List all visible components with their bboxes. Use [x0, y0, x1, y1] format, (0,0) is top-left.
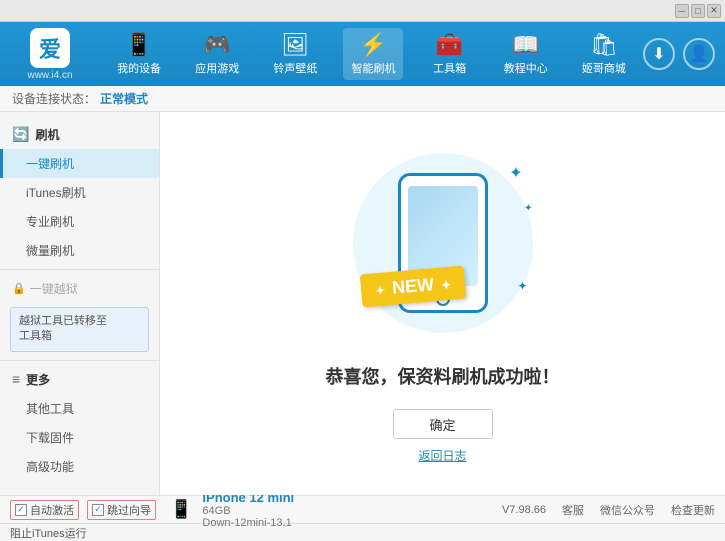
more-section-title: 更多: [26, 371, 50, 388]
device-info: iPhone 12 mini 64GB Down-12mini-13.1: [202, 490, 294, 529]
auto-start-checkbox[interactable]: ✓: [15, 504, 27, 516]
status-bar: 设备连接状态： 正常模式: [0, 86, 725, 112]
sidebar-item-advanced[interactable]: 高级功能: [0, 452, 159, 481]
download-firmware-label: 下载固件: [26, 431, 74, 445]
device-icon: 📱: [170, 499, 192, 520]
device-model: Down-12mini-13.1: [202, 517, 294, 529]
maximize-button[interactable]: □: [691, 4, 705, 18]
sidebar-divider-1: [0, 269, 159, 270]
lock-icon: 🔒: [12, 282, 26, 295]
confirm-button[interactable]: 确定: [393, 409, 493, 439]
wallpaper-icon: 🖼: [281, 32, 309, 58]
sidebar-item-itunes-flash[interactable]: iTunes刷机: [0, 178, 159, 207]
nav-my-device-label: 我的设备: [117, 60, 161, 76]
nav-tutorial-label: 教程中心: [504, 60, 548, 76]
user-button[interactable]: 👤: [683, 38, 715, 70]
nav-store-label: 姬哥商城: [582, 60, 626, 76]
sidebar-divider-2: [0, 360, 159, 361]
sidebar: 🔄 刷机 一键刷机 iTunes刷机 专业刷机 微量刷机 🔒 一键越狱: [0, 112, 160, 495]
logo-url: www.i4.cn: [27, 70, 72, 81]
nav-wallpaper-label: 铃声壁纸: [273, 60, 317, 76]
sidebar-item-micro-flash[interactable]: 微量刷机: [0, 236, 159, 265]
other-tools-label: 其他工具: [26, 402, 74, 416]
nav-smart-flash-label: 智能刷机: [351, 60, 395, 76]
auto-start-checkbox-container[interactable]: ✓ 自动激活: [10, 500, 79, 520]
sparkle-2: ✦: [524, 203, 532, 214]
close-button[interactable]: ✕: [707, 4, 721, 18]
nav-toolbox-label: 工具箱: [433, 60, 466, 76]
title-bar: ─ □ ✕: [0, 0, 725, 22]
micro-flash-label: 微量刷机: [26, 244, 74, 258]
store-icon: 🛍: [590, 32, 618, 58]
wizard-checkbox-container[interactable]: ✓ 跳过向导: [87, 500, 156, 520]
header: 爱 www.i4.cn 📱 我的设备 🎮 应用游戏 🖼 铃声壁纸 ⚡ 智能刷机 …: [0, 22, 725, 86]
device-section: 📱 iPhone 12 mini 64GB Down-12mini-13.1: [170, 490, 294, 529]
sparkle-1: ✦: [509, 163, 522, 183]
status-label: 设备连接状态：: [12, 90, 96, 107]
itunes-status: 阻止iTunes运行: [10, 525, 87, 541]
sidebar-item-download-firmware[interactable]: 下载固件: [0, 423, 159, 452]
sidebar-item-pro-flash[interactable]: 专业刷机: [0, 207, 159, 236]
version-label: V7.98.66: [502, 504, 546, 516]
status-value: 正常模式: [100, 90, 148, 107]
sidebar-more-header: ≡ 更多: [0, 365, 159, 394]
advanced-label: 高级功能: [26, 460, 74, 474]
nav-smart-flash[interactable]: ⚡ 智能刷机: [343, 28, 403, 80]
logo[interactable]: 爱 www.i4.cn: [10, 28, 90, 81]
bottom-bar: ✓ 自动激活 ✓ 跳过向导 📱 iPhone 12 mini 64GB Down…: [0, 495, 725, 523]
nav-store[interactable]: 🛍 姬哥商城: [574, 28, 634, 80]
support-link[interactable]: 客服: [562, 502, 584, 518]
app-game-icon: 🎮: [204, 32, 231, 58]
sidebar-item-one-key-flash[interactable]: 一键刷机: [0, 149, 159, 178]
restore-section-title: 一键越狱: [30, 280, 78, 297]
nav-tutorial[interactable]: 📖 教程中心: [496, 28, 556, 80]
my-device-icon: 📱: [125, 32, 152, 58]
sidebar-restore-header: 🔒 一键越狱: [0, 274, 159, 303]
content-area: ✦ NEW ✦ ✦ ✦ ✦ 恭喜您，保资料刷机成功啦！ 确定 返回日志: [160, 112, 725, 495]
pro-flash-label: 专业刷机: [26, 215, 74, 229]
wechat-link[interactable]: 微信公众号: [600, 502, 655, 518]
itunes-flash-label: iTunes刷机: [26, 186, 86, 200]
more-section-icon: ≡: [12, 371, 20, 387]
nav-app-game-label: 应用游戏: [195, 60, 239, 76]
jailbreak-notice: 越狱工具已转移至工具箱: [10, 307, 149, 352]
phone-illustration: ✦ NEW ✦ ✦ ✦ ✦: [343, 143, 543, 343]
nav-right-buttons: ⬇ 👤: [643, 38, 715, 70]
flash-section-icon: 🔄: [12, 126, 29, 143]
sidebar-flash-section: 🔄 刷机 一键刷机 iTunes刷机 专业刷机 微量刷机: [0, 120, 159, 265]
nav-wallpaper[interactable]: 🖼 铃声壁纸: [265, 28, 325, 80]
flash-section-title: 刷机: [35, 126, 59, 143]
one-key-flash-label: 一键刷机: [26, 157, 74, 171]
nav-toolbox[interactable]: 🧰 工具箱: [422, 28, 478, 80]
success-message: 恭喜您，保资料刷机成功啦！: [326, 363, 560, 389]
device-storage: 64GB: [202, 505, 294, 517]
sidebar-item-other-tools[interactable]: 其他工具: [0, 394, 159, 423]
wizard-checkbox[interactable]: ✓: [92, 504, 104, 516]
sidebar-restore-section: 🔒 一键越狱 越狱工具已转移至工具箱: [0, 274, 159, 356]
download-button[interactable]: ⬇: [643, 38, 675, 70]
nav-app-game[interactable]: 🎮 应用游戏: [187, 28, 247, 80]
auto-start-label: 自动激活: [30, 502, 74, 518]
tutorial-icon: 📖: [512, 32, 539, 58]
bottom-left: ✓ 自动激活 ✓ 跳过向导 📱 iPhone 12 mini 64GB Down…: [10, 490, 502, 529]
sparkle-3: ✦: [517, 279, 527, 293]
smart-flash-icon: ⚡: [360, 32, 387, 58]
bottom-right: V7.98.66 客服 微信公众号 检查更新: [502, 502, 715, 518]
new-ribbon-text: NEW: [391, 274, 435, 298]
nav-bar: 📱 我的设备 🎮 应用游戏 🖼 铃声壁纸 ⚡ 智能刷机 🧰 工具箱 📖 教程中心…: [100, 28, 643, 80]
main-area: 🔄 刷机 一键刷机 iTunes刷机 专业刷机 微量刷机 🔒 一键越狱: [0, 112, 725, 495]
update-link[interactable]: 检查更新: [671, 502, 715, 518]
nav-my-device[interactable]: 📱 我的设备: [109, 28, 169, 80]
wizard-label: 跳过向导: [107, 502, 151, 518]
sidebar-flash-header: 🔄 刷机: [0, 120, 159, 149]
toolbox-icon: 🧰: [436, 32, 463, 58]
logo-icon: 爱: [30, 28, 70, 68]
jailbreak-notice-text: 越狱工具已转移至工具箱: [19, 315, 107, 342]
back-log-link[interactable]: 返回日志: [418, 447, 466, 464]
window-controls[interactable]: ─ □ ✕: [675, 4, 721, 18]
minimize-button[interactable]: ─: [675, 4, 689, 18]
sidebar-more-section: ≡ 更多 其他工具 下载固件 高级功能: [0, 365, 159, 481]
